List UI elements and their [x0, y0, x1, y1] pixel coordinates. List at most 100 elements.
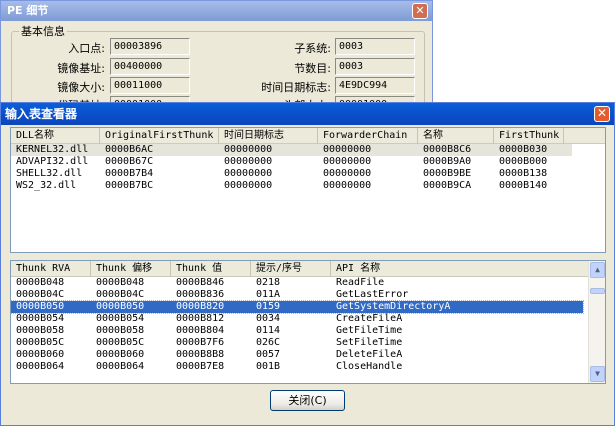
dll-cell: 0000B000 — [499, 156, 548, 167]
viewer-close-icon[interactable]: ✕ — [594, 106, 610, 122]
thunk-row[interactable]: 0000B060 0000B060 0000B8B8 0057 DeleteFi… — [11, 349, 605, 361]
thunk-cell: 0000B804 — [176, 325, 225, 336]
thunk-cell: 0000B04C — [16, 289, 65, 300]
dll-cell: ADVAPI32.dll — [16, 156, 89, 167]
col-timestamp[interactable]: 时间日期标志 — [219, 128, 318, 144]
dll-cell: 0000B140 — [499, 180, 548, 191]
thunk-cell: 0000B060 — [16, 349, 65, 360]
dll-cell: 0000B67C — [105, 156, 154, 167]
scroll-up-icon[interactable]: ▲ — [590, 262, 605, 278]
col-forwarder-chain[interactable]: ForwarderChain — [318, 128, 418, 144]
dll-cell: 0000B9A0 — [423, 156, 472, 167]
section-count-label: 节数目: — [294, 62, 331, 75]
dll-cell: 0000B030 — [499, 144, 548, 155]
thunk-cell: DeleteFileA — [336, 349, 403, 360]
pe-close-icon[interactable]: ✕ — [412, 3, 428, 19]
thunk-cell: 0057 — [256, 349, 281, 360]
image-size-value: 00011000 — [110, 77, 190, 94]
thunk-cell: 0000B812 — [176, 313, 225, 324]
thunk-cell: 011A — [256, 289, 281, 300]
pe-window-title: PE 细节 — [7, 4, 49, 17]
pe-window-titlebar[interactable]: PE 细节 — [1, 1, 432, 21]
image-size-label: 镜像大小: — [57, 81, 105, 94]
dll-cell: WS2_32.dll — [16, 180, 77, 191]
dll-cell: 0000B7BC — [105, 180, 154, 191]
col-thunk-value[interactable]: Thunk 值 — [171, 261, 251, 277]
basic-info-label: 基本信息 — [19, 23, 67, 39]
dll-cell: 00000000 — [224, 168, 273, 179]
thunk-cell: 0000B7F6 — [176, 337, 225, 348]
dll-list[interactable]: DLL名称 OriginalFirstThunk 时间日期标志 Forwarde… — [10, 127, 606, 253]
thunk-cell: GetSystemDirectoryA — [336, 301, 451, 312]
thunk-cell: 0034 — [256, 313, 281, 324]
dll-row-shell32[interactable]: SHELL32.dll 0000B7B4 00000000 00000000 0… — [11, 168, 605, 180]
timestamp-value: 4E9DC994 — [335, 77, 415, 94]
thunk-row[interactable]: 0000B04C 0000B04C 0000B836 011A GetLastE… — [11, 289, 605, 301]
image-base-value: 00400000 — [110, 58, 190, 75]
thunk-cell: 0000B054 — [16, 313, 65, 324]
thunk-cell: 0000B064 — [96, 361, 145, 372]
thunk-cell: 0000B058 — [96, 325, 145, 336]
viewer-title: 输入表查看器 — [5, 107, 78, 121]
dll-cell: 00000000 — [224, 156, 273, 167]
thunk-cell: 001B — [256, 361, 281, 372]
entry-point-value: 00003896 — [110, 38, 190, 55]
dll-cell: 00000000 — [323, 144, 372, 155]
dll-cell: 0000B8C6 — [423, 144, 472, 155]
dll-cell: SHELL32.dll — [16, 168, 83, 179]
thunk-cell: 0000B04C — [96, 289, 145, 300]
thunk-cell: 0000B820 — [176, 301, 225, 312]
thunk-cell: 0159 — [256, 301, 281, 312]
thunk-cell: 0000B048 — [96, 277, 145, 288]
subsystem-value: 0003 — [335, 38, 415, 55]
thunk-cell: 0000B05C — [96, 337, 145, 348]
image-base-label: 镜像基址: — [57, 62, 105, 75]
thunk-row-selected[interactable]: 0000B050 0000B050 0000B820 0159 GetSyste… — [11, 300, 584, 314]
close-button[interactable]: 关闭(C) — [270, 390, 345, 411]
thunk-row[interactable]: 0000B058 0000B058 0000B804 0114 GetFileT… — [11, 325, 605, 337]
thunk-cell: GetFileTime — [336, 325, 403, 336]
thunk-row[interactable]: 0000B054 0000B054 0000B812 0034 CreateFi… — [11, 313, 605, 325]
thunk-row[interactable]: 0000B064 0000B064 0000B7E8 001B CloseHan… — [11, 361, 605, 373]
thunk-row[interactable]: 0000B05C 0000B05C 0000B7F6 026C SetFileT… — [11, 337, 605, 349]
dll-cell: 0000B7B4 — [105, 168, 154, 179]
thunk-list[interactable]: Thunk RVA Thunk 偏移 Thunk 值 提示/序号 API 名称 … — [10, 260, 606, 384]
col-thunk-rva[interactable]: Thunk RVA — [11, 261, 91, 277]
import-table-viewer-window: 输入表查看器 ✕ DLL名称 OriginalFirstThunk 时间日期标志… — [0, 102, 615, 426]
dll-cell: 0000B138 — [499, 168, 548, 179]
col-dll-name[interactable]: DLL名称 — [11, 128, 100, 144]
entry-point-label: 入口点: — [68, 42, 105, 55]
thunk-cell: 026C — [256, 337, 281, 348]
dll-cell: KERNEL32.dll — [16, 144, 89, 155]
thunk-cell: 0000B064 — [16, 361, 65, 372]
thunk-cell: 0000B05C — [16, 337, 65, 348]
section-count-value: 0003 — [335, 58, 415, 75]
thunk-cell: 0000B048 — [16, 277, 65, 288]
thunk-cell: 0000B054 — [96, 313, 145, 324]
thunk-cell: SetFileTime — [336, 337, 403, 348]
dll-row-ws2-32[interactable]: WS2_32.dll 0000B7BC 00000000 00000000 00… — [11, 180, 605, 192]
col-original-first-thunk[interactable]: OriginalFirstThunk — [100, 128, 219, 144]
thunk-list-scrollbar[interactable]: ▲ ▼ — [588, 261, 605, 383]
dll-row-kernel32[interactable]: KERNEL32.dll 0000B6AC 00000000 00000000 … — [11, 144, 572, 156]
thunk-cell: CreateFileA — [336, 313, 403, 324]
col-first-thunk[interactable]: FirstThunk — [494, 128, 564, 144]
dll-cell: 00000000 — [323, 180, 372, 191]
scroll-down-icon[interactable]: ▼ — [590, 366, 605, 382]
dll-cell: 0000B6AC — [105, 144, 154, 155]
dll-cell: 0000B9CA — [423, 180, 472, 191]
col-api-name[interactable]: API 名称 — [331, 261, 590, 277]
thunk-cell: CloseHandle — [336, 361, 403, 372]
thunk-cell: 0000B7E8 — [176, 361, 225, 372]
dll-cell: 00000000 — [224, 144, 273, 155]
dll-row-advapi32[interactable]: ADVAPI32.dll 0000B67C 00000000 00000000 … — [11, 156, 605, 168]
timestamp-label: 时间日期标志: — [261, 81, 331, 94]
thunk-cell: 0000B050 — [96, 301, 145, 312]
thunk-row[interactable]: 0000B048 0000B048 0000B846 0218 ReadFile — [11, 277, 605, 289]
scroll-thumb[interactable] — [590, 288, 605, 294]
col-name[interactable]: 名称 — [418, 128, 494, 144]
dll-cell: 00000000 — [323, 156, 372, 167]
viewer-titlebar[interactable]: 输入表查看器 — [1, 103, 614, 125]
col-thunk-offset[interactable]: Thunk 偏移 — [91, 261, 171, 277]
col-hint-ordinal[interactable]: 提示/序号 — [251, 261, 331, 277]
